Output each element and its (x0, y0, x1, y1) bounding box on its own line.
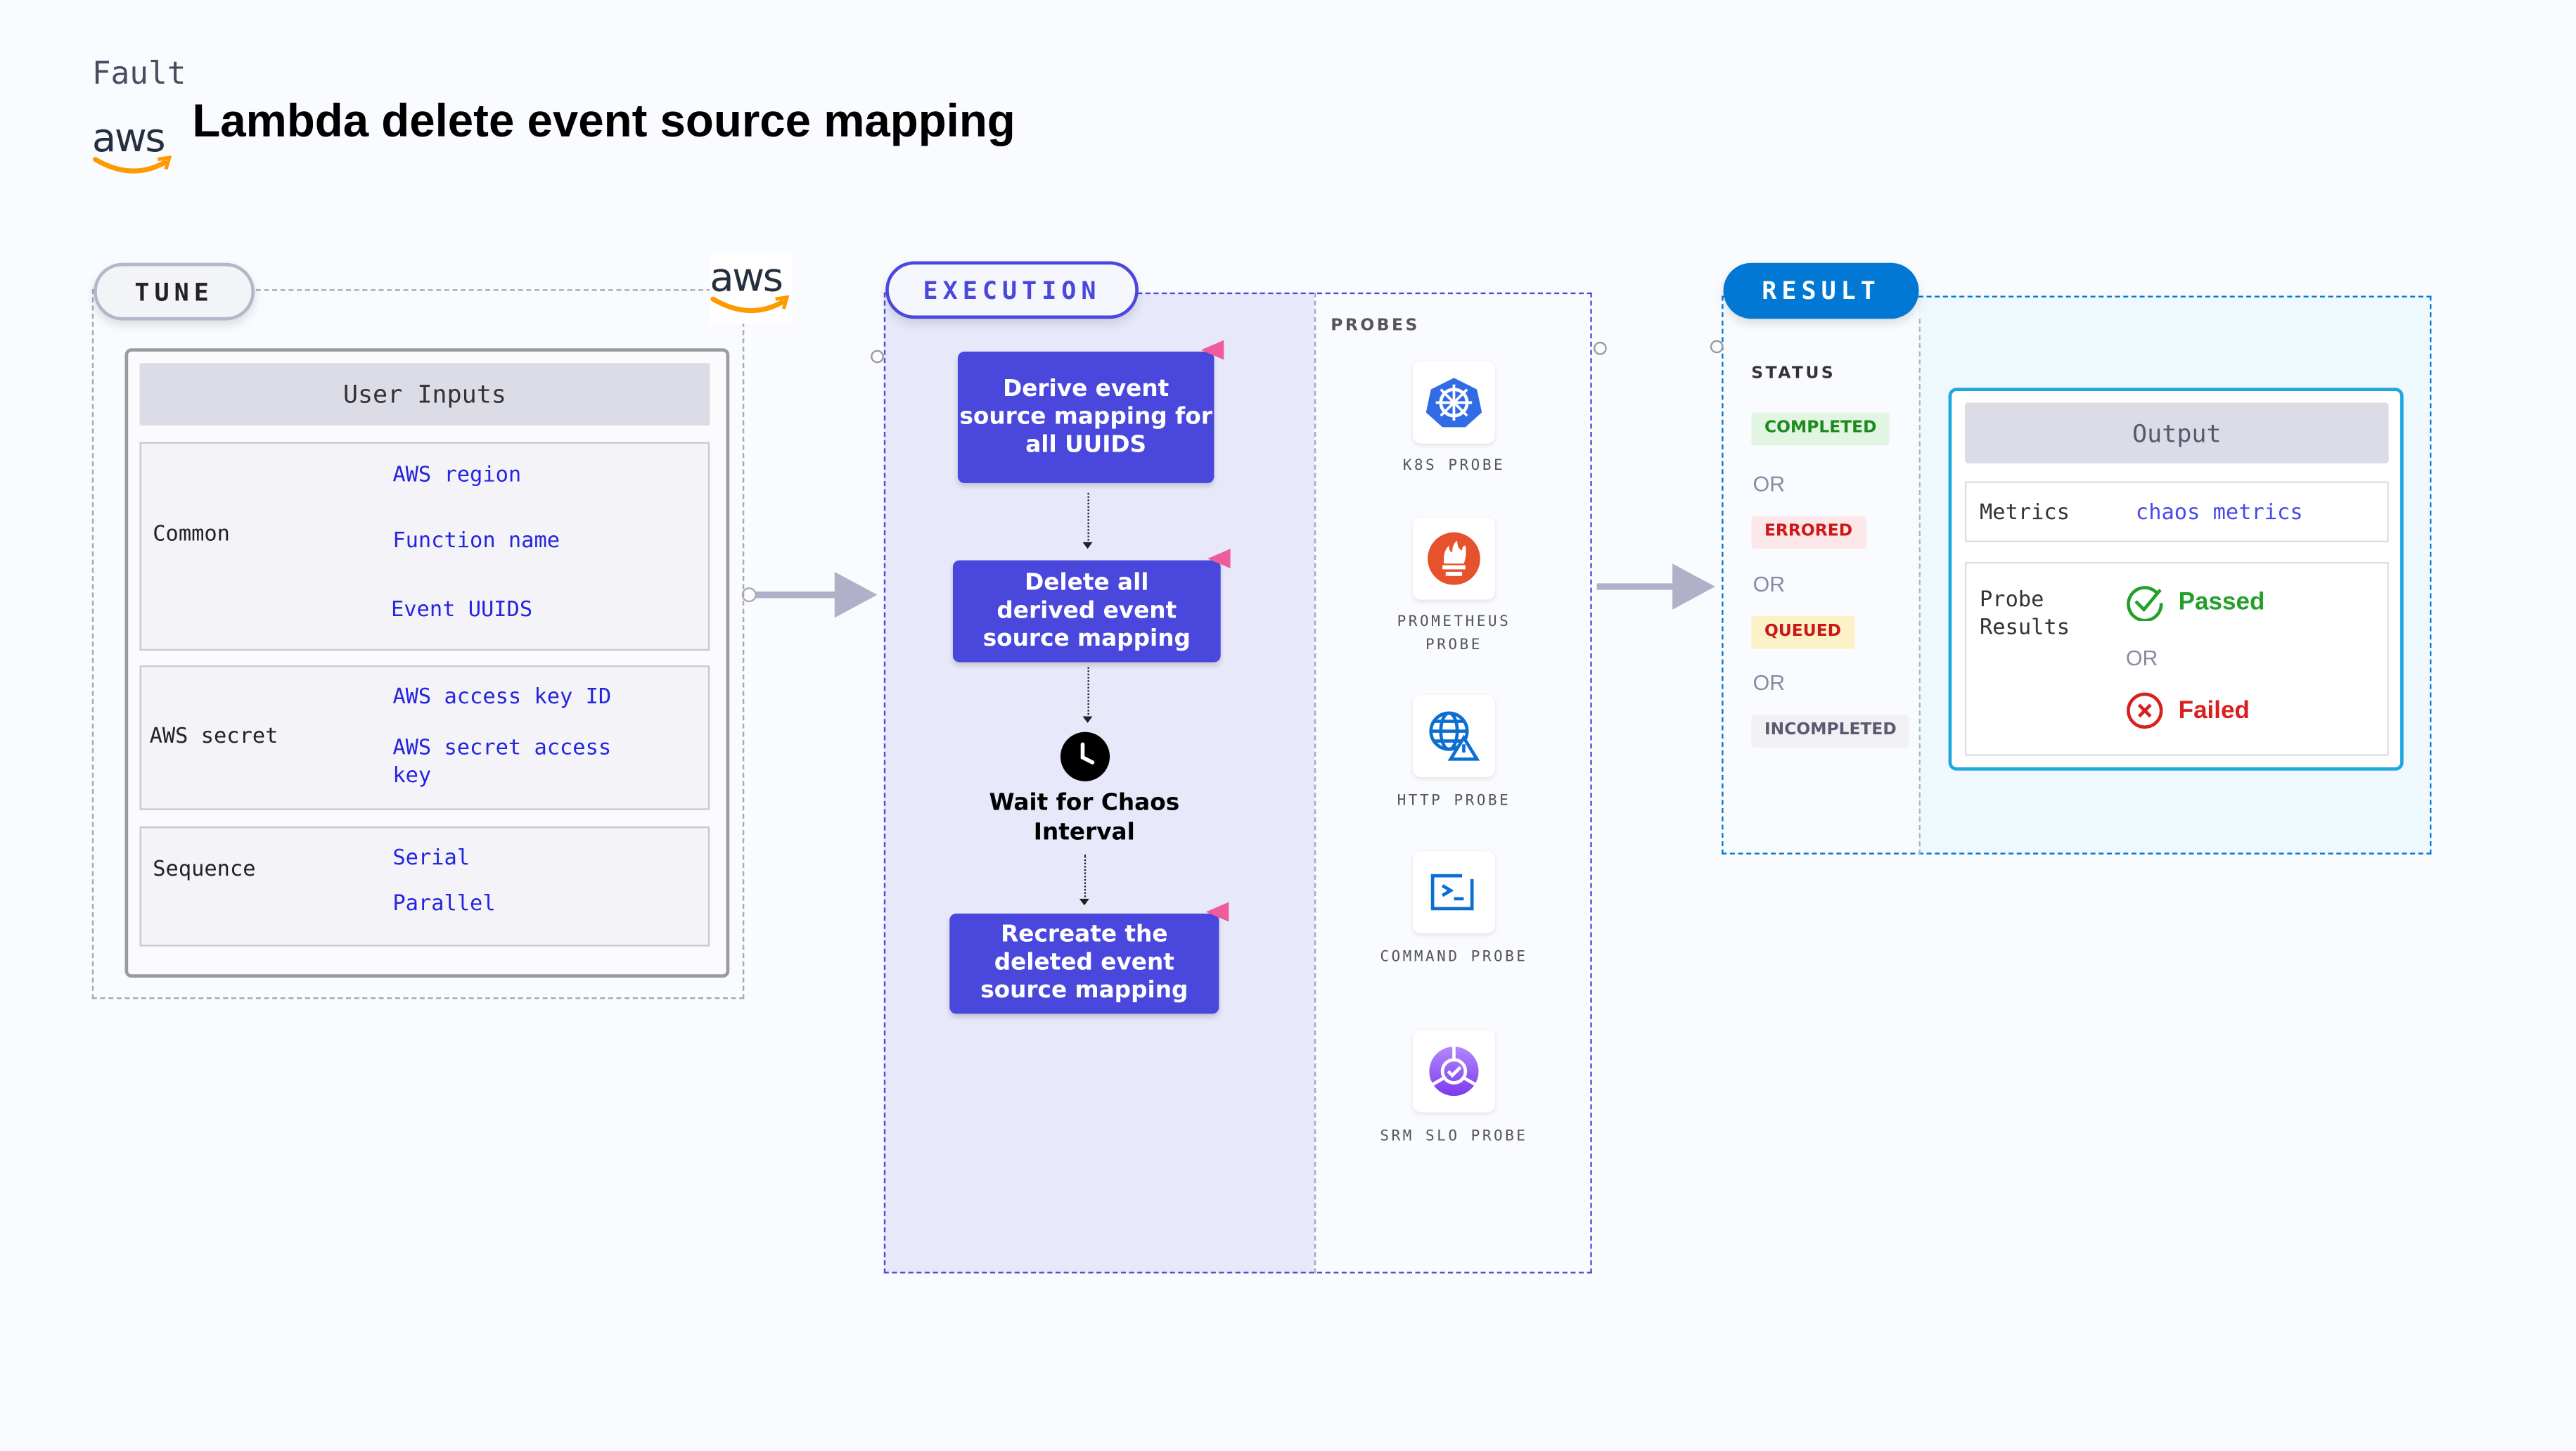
failed-label: Failed (2178, 696, 2250, 725)
probe-label: HTTP PROBE (1397, 793, 1511, 810)
probe-results-label: Probe Results (1980, 588, 2070, 641)
wait-label: Wait for Chaos Interval (989, 790, 1180, 847)
kubernetes-icon (1425, 378, 1482, 428)
passed-check-icon (2127, 586, 2163, 622)
input-row-sequence (139, 826, 710, 947)
metrics-value: chaos metrics (2135, 501, 2303, 526)
k8s-probe-card[interactable] (1413, 361, 1495, 444)
page-title: Lambda delete event source mapping (192, 95, 1015, 146)
metrics-label: Metrics (1980, 501, 2070, 526)
probe-label: COMMAND PROBE (1380, 950, 1528, 966)
input-parallel: Parallel (392, 892, 496, 917)
step-recreate-mapping: Recreate the deleted event source mappin… (949, 902, 1229, 1014)
or-label: OR (2125, 646, 2158, 671)
step-label: Recreate the deleted event source mappin… (980, 921, 1188, 1004)
flow-arrow (1082, 492, 1093, 549)
output-title: Output (1964, 402, 2389, 464)
user-inputs-title: User Inputs (139, 363, 710, 426)
input-serial: Serial (392, 846, 470, 871)
or-label: OR (1752, 571, 1786, 597)
status-incompleted: INCOMPLETED (1751, 715, 1910, 748)
diagram: Fault aws Lambda delete event source map… (0, 0, 2576, 1451)
status-queued: QUEUED (1751, 616, 1854, 649)
execution-pill: EXECUTION (885, 261, 1139, 319)
srm-slo-icon (1429, 1047, 1479, 1097)
input-event-uuids: Event UUIDS (390, 598, 533, 623)
step-derive-mapping: Derive event source mapping for all UUID… (957, 340, 1224, 483)
input-access-key-id: AWS access key ID (392, 685, 612, 710)
terminal-icon (1430, 874, 1474, 911)
input-label: Common (153, 522, 230, 547)
status-divider (1918, 319, 1921, 855)
passed-label: Passed (2178, 588, 2265, 617)
prometheus-probe-card[interactable] (1413, 517, 1495, 600)
arrow-tune-to-execution (741, 571, 878, 618)
prometheus-icon (1428, 532, 1480, 585)
input-label: AWS secret (149, 724, 278, 750)
or-label: OR (1752, 471, 1786, 497)
aws-logo-tune: aws (710, 255, 793, 324)
probe-label: K8S PROBE (1402, 458, 1506, 475)
probe-label: PROMETHEUS PROBE (1397, 614, 1511, 654)
clock-icon (1060, 731, 1110, 781)
step-label: Delete all derived event source mapping (982, 569, 1191, 652)
fault-kicker: Fault (91, 56, 186, 92)
probe-label: SRM SLO PROBE (1380, 1128, 1528, 1146)
tune-pill: TUNE (94, 262, 255, 321)
input-function-name: Function name (392, 529, 560, 554)
failed-x-icon (2127, 692, 2163, 729)
probes-divider (1314, 292, 1316, 1274)
command-probe-card[interactable] (1413, 851, 1495, 933)
srm-slo-probe-card[interactable] (1413, 1030, 1495, 1113)
probes-title: PROBES (1331, 317, 1420, 335)
status-title: STATUS (1751, 364, 1836, 383)
result-pill: RESULT (1723, 262, 1919, 319)
input-label: Sequence (153, 857, 256, 883)
http-globe-icon (1429, 711, 1480, 761)
step-delete-mapping: Delete all derived event source mapping (952, 549, 1231, 663)
http-probe-card[interactable] (1413, 695, 1495, 777)
input-aws-region: AWS region (392, 463, 522, 488)
or-label: OR (1752, 670, 1786, 696)
step-label: Derive event source mapping for all UUID… (959, 375, 1212, 458)
input-secret-access-key: AWS secret access key (392, 736, 612, 789)
status-errored: ERRORED (1751, 516, 1866, 549)
flow-arrow (1079, 854, 1089, 906)
aws-logo: aws (92, 115, 174, 181)
flow-arrow (1082, 667, 1093, 723)
status-completed: COMPLETED (1751, 412, 1890, 446)
arrow-execution-to-result (1596, 563, 1715, 610)
